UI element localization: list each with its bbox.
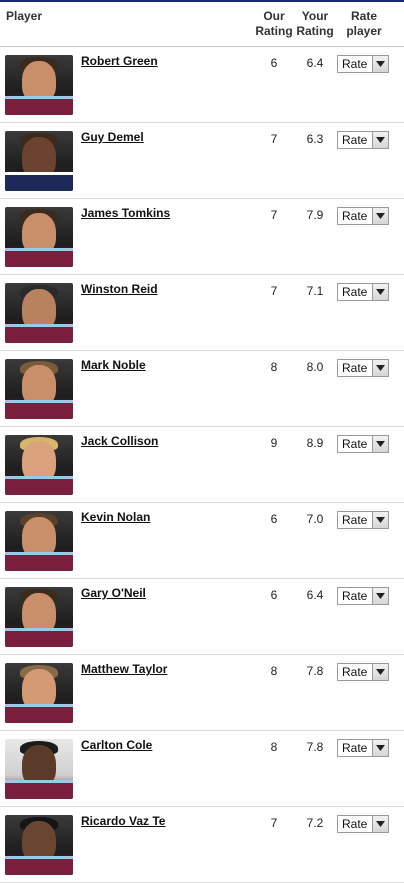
rate-select-value: Rate (342, 209, 368, 223)
player-photo (5, 283, 73, 343)
chevron-down-icon[interactable] (372, 284, 388, 300)
player-photo (5, 55, 73, 115)
chevron-down-icon[interactable] (372, 512, 388, 528)
player-name-link[interactable]: Kevin Nolan (81, 510, 150, 524)
rate-select[interactable]: Rate (337, 55, 389, 73)
your-rating: 6.3 (306, 132, 324, 146)
player-photo (5, 587, 73, 647)
rate-select[interactable]: Rate (337, 663, 389, 681)
header-our-rating: Our Rating (255, 9, 293, 38)
player-row: Guy Demel 7 6.3 Rate (0, 123, 404, 199)
rate-select-value: Rate (342, 361, 368, 375)
rate-select[interactable]: Rate (337, 511, 389, 529)
rate-select-value: Rate (342, 513, 368, 527)
player-ratings-table: Player Our Rating Your Rating Rate playe… (0, 0, 404, 883)
player-row: Robert Green 6 6.4 Rate (0, 47, 404, 123)
player-name-link[interactable]: Robert Green (81, 54, 158, 68)
our-rating: 8 (270, 360, 278, 374)
player-photo (5, 739, 73, 799)
our-rating: 6 (270, 512, 278, 526)
rate-select-value: Rate (342, 133, 368, 147)
rate-select-value: Rate (342, 57, 368, 71)
your-rating: 7.0 (306, 512, 324, 526)
your-rating: 7.8 (306, 740, 324, 754)
rate-select[interactable]: Rate (337, 359, 389, 377)
rate-select-value: Rate (342, 285, 368, 299)
chevron-down-icon[interactable] (372, 740, 388, 756)
your-rating: 7.2 (306, 816, 324, 830)
player-photo (5, 663, 73, 723)
rate-select-value: Rate (342, 589, 368, 603)
chevron-down-icon[interactable] (372, 588, 388, 604)
player-name-link[interactable]: James Tomkins (81, 206, 170, 220)
your-rating: 7.8 (306, 664, 324, 678)
player-row: Matthew Taylor 8 7.8 Rate (0, 655, 404, 731)
your-rating: 7.1 (306, 284, 324, 298)
header-your-rating: Your Rating (296, 9, 334, 38)
player-name-link[interactable]: Carlton Cole (81, 738, 152, 752)
player-name-link[interactable]: Guy Demel (81, 130, 144, 144)
player-name-link[interactable]: Winston Reid (81, 282, 158, 296)
our-rating: 7 (270, 132, 278, 146)
player-row: Winston Reid 7 7.1 Rate (0, 275, 404, 351)
player-row: Gary O'Neil 6 6.4 Rate (0, 579, 404, 655)
your-rating: 8.9 (306, 436, 324, 450)
rate-select[interactable]: Rate (337, 815, 389, 833)
player-name-link[interactable]: Gary O'Neil (81, 586, 146, 600)
our-rating: 7 (270, 816, 278, 830)
player-photo (5, 359, 73, 419)
player-photo (5, 815, 73, 875)
player-row: Carlton Cole 8 7.8 Rate (0, 731, 404, 807)
player-name-link[interactable]: Mark Noble (81, 358, 146, 372)
your-rating: 8.0 (306, 360, 324, 374)
your-rating: 6.4 (306, 588, 324, 602)
player-row: Ricardo Vaz Te 7 7.2 Rate (0, 807, 404, 883)
rate-select[interactable]: Rate (337, 587, 389, 605)
rate-select-value: Rate (342, 665, 368, 679)
our-rating: 6 (270, 56, 278, 70)
chevron-down-icon[interactable] (372, 816, 388, 832)
header-player: Player (6, 9, 43, 23)
player-row: James Tomkins 7 7.9 Rate (0, 199, 404, 275)
our-rating: 7 (270, 208, 278, 222)
player-row: Jack Collison 9 8.9 Rate (0, 427, 404, 503)
our-rating: 8 (270, 740, 278, 754)
player-photo (5, 207, 73, 267)
player-name-link[interactable]: Matthew Taylor (81, 662, 167, 676)
player-photo (5, 511, 73, 571)
player-row: Mark Noble 8 8.0 Rate (0, 351, 404, 427)
player-row: Kevin Nolan 6 7.0 Rate (0, 503, 404, 579)
our-rating: 9 (270, 436, 278, 450)
rate-select[interactable]: Rate (337, 739, 389, 757)
table-header: Player Our Rating Your Rating Rate playe… (0, 0, 404, 47)
chevron-down-icon[interactable] (372, 664, 388, 680)
rate-select[interactable]: Rate (337, 207, 389, 225)
player-photo (5, 435, 73, 495)
rate-select[interactable]: Rate (337, 283, 389, 301)
chevron-down-icon[interactable] (372, 360, 388, 376)
chevron-down-icon[interactable] (372, 436, 388, 452)
rate-select-value: Rate (342, 741, 368, 755)
your-rating: 6.4 (306, 56, 324, 70)
rate-select-value: Rate (342, 817, 368, 831)
rate-select[interactable]: Rate (337, 131, 389, 149)
chevron-down-icon[interactable] (372, 132, 388, 148)
header-rate-player: Rate player (346, 9, 382, 38)
our-rating: 6 (270, 588, 278, 602)
player-name-link[interactable]: Jack Collison (81, 434, 158, 448)
rate-select-value: Rate (342, 437, 368, 451)
chevron-down-icon[interactable] (372, 208, 388, 224)
rate-select[interactable]: Rate (337, 435, 389, 453)
our-rating: 8 (270, 664, 278, 678)
chevron-down-icon[interactable] (372, 56, 388, 72)
your-rating: 7.9 (306, 208, 324, 222)
our-rating: 7 (270, 284, 278, 298)
player-name-link[interactable]: Ricardo Vaz Te (81, 814, 165, 828)
player-photo (5, 131, 73, 191)
